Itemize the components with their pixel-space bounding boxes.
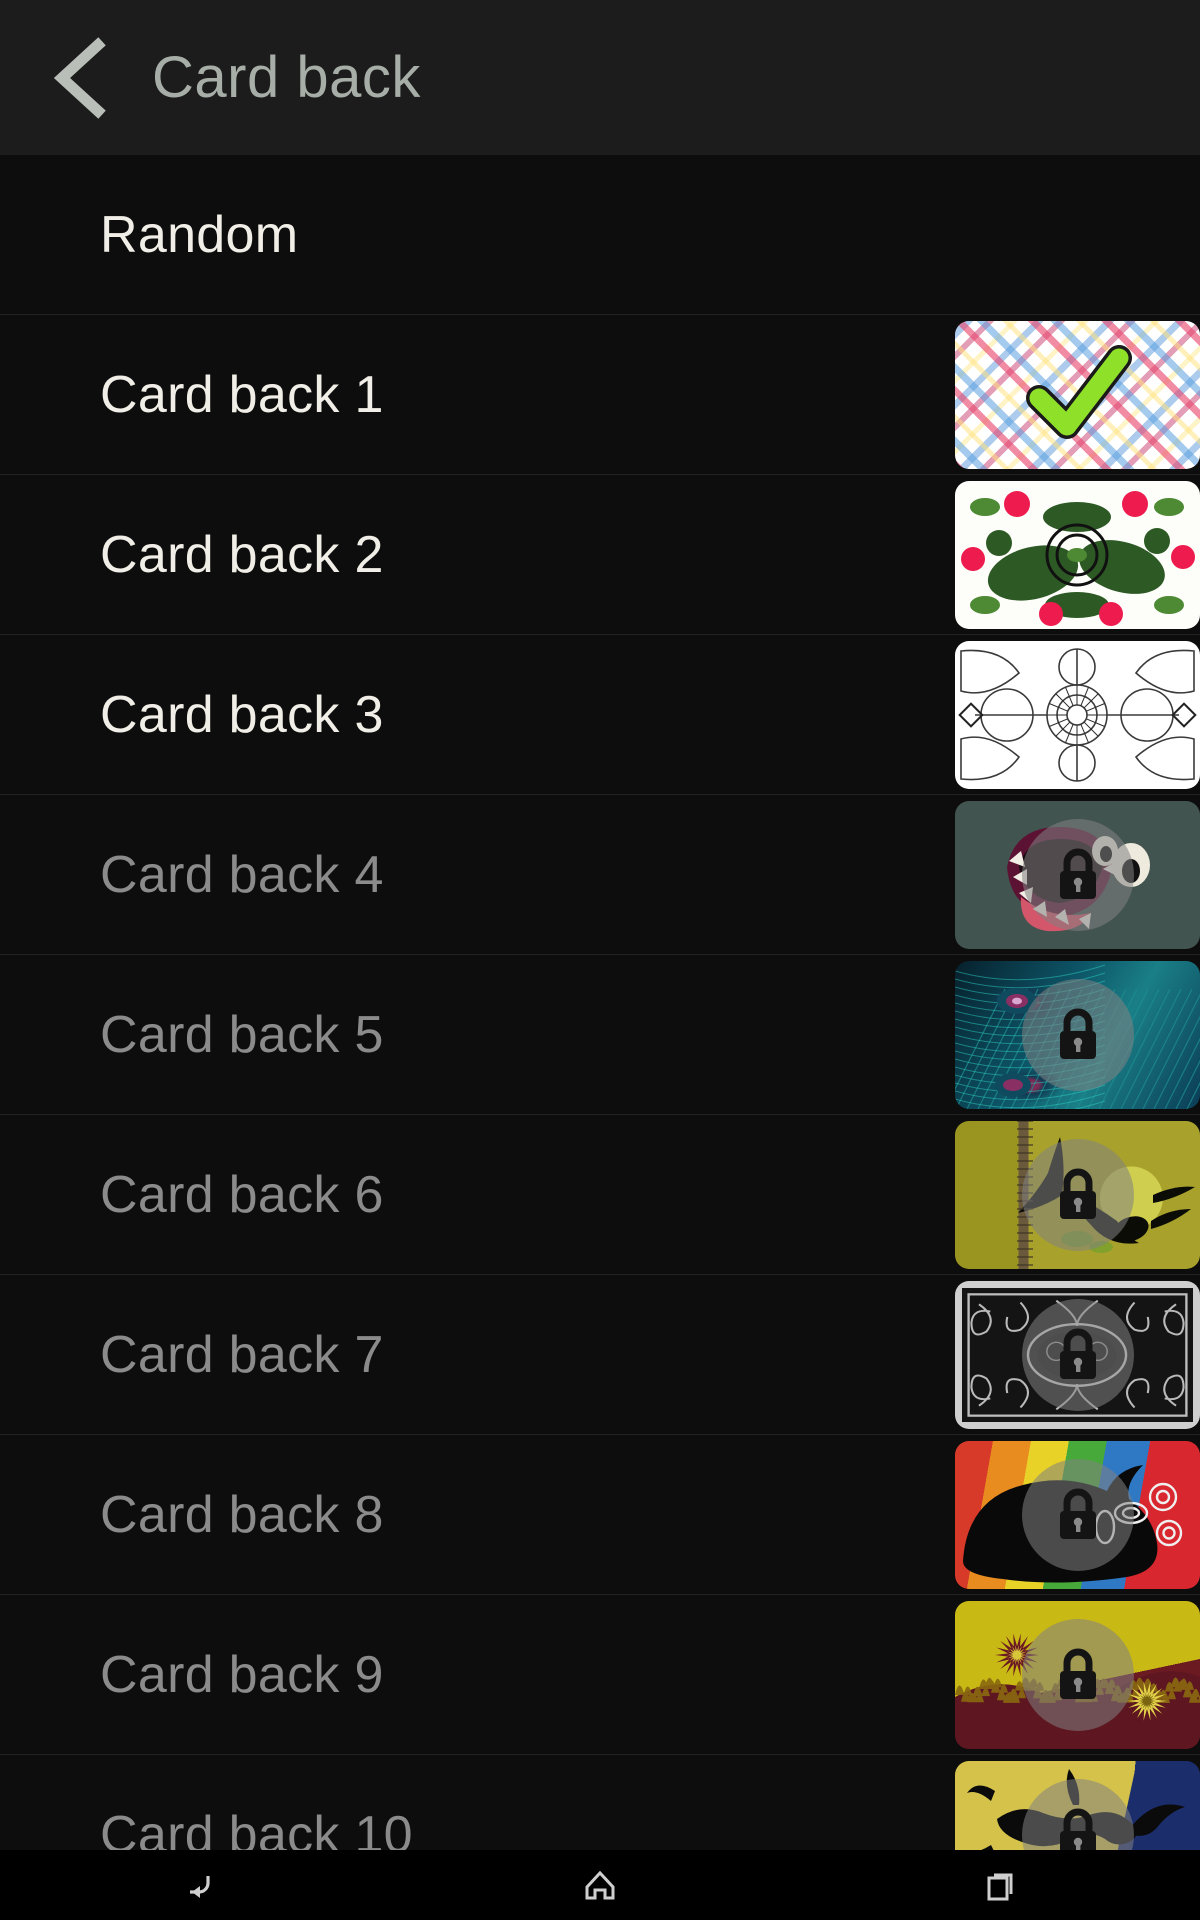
- list-item-label: Card back 6: [100, 1165, 384, 1224]
- thumbnail-image: [955, 481, 1200, 629]
- lock-badge: [1021, 1139, 1134, 1251]
- check-icon: [1025, 345, 1132, 439]
- thumbnail-image: [955, 641, 1200, 789]
- list-item-label: Card back 9: [100, 1645, 384, 1704]
- ornate-artwork: [955, 641, 1200, 789]
- lock-badge: [1021, 1619, 1134, 1731]
- card-back-thumbnail[interactable]: [955, 1761, 1200, 1850]
- list-item[interactable]: Card back 10: [0, 1755, 1200, 1850]
- android-navigation-bar: [0, 1850, 1200, 1920]
- list-item-label: Random: [100, 205, 299, 264]
- nav-home-button[interactable]: [400, 1850, 800, 1920]
- lock-icon: [1059, 1328, 1096, 1379]
- lock-icon: [1059, 1648, 1096, 1699]
- list-item-label: Card back 4: [100, 845, 384, 904]
- list-item[interactable]: Card back 9: [0, 1595, 1200, 1755]
- lock-badge: [1021, 1299, 1134, 1411]
- lock-icon: [1059, 1808, 1096, 1850]
- card-back-thumbnail[interactable]: [955, 1601, 1200, 1749]
- list-item-label: Card back 5: [100, 1005, 384, 1064]
- chevron-left-icon[interactable]: [52, 36, 114, 119]
- list-item-label: Card back 7: [100, 1325, 384, 1384]
- list-item-label: Card back 1: [100, 365, 384, 424]
- card-back-thumbnail[interactable]: [955, 481, 1200, 629]
- nav-back-button[interactable]: [0, 1850, 400, 1920]
- list-item[interactable]: Random: [0, 155, 1200, 315]
- card-back-list[interactable]: Random Card back 1 Card back 2 Card back…: [0, 155, 1200, 1850]
- lock-badge: [1021, 819, 1134, 931]
- card-back-thumbnail[interactable]: [955, 961, 1200, 1109]
- nav-recents-button[interactable]: [800, 1850, 1200, 1920]
- list-item-label: Card back 2: [100, 525, 384, 584]
- list-item-label: Card back 8: [100, 1485, 384, 1544]
- list-item-label: Card back 10: [100, 1805, 413, 1851]
- list-item[interactable]: Card back 6: [0, 1115, 1200, 1275]
- lock-icon: [1059, 1008, 1096, 1059]
- lock-badge: [1021, 1459, 1134, 1571]
- list-item-label: Card back 3: [100, 685, 384, 744]
- ornate-filigree-art: [958, 648, 1197, 782]
- list-item[interactable]: Card back 4: [0, 795, 1200, 955]
- list-item[interactable]: Card back 7: [0, 1275, 1200, 1435]
- rooster-artwork: [955, 481, 1200, 629]
- page-title: Card back: [152, 45, 421, 110]
- card-back-thumbnail[interactable]: [955, 801, 1200, 949]
- nav-recents-icon: [987, 1873, 1013, 1901]
- card-back-thumbnail[interactable]: [955, 1281, 1200, 1429]
- lock-icon: [1059, 1488, 1096, 1539]
- card-back-thumbnail[interactable]: [955, 641, 1200, 789]
- nav-home-icon: [585, 1870, 615, 1900]
- list-item[interactable]: Card back 3: [0, 635, 1200, 795]
- lock-icon: [1059, 1168, 1096, 1219]
- list-item[interactable]: Card back 2: [0, 475, 1200, 635]
- lock-badge: [1021, 979, 1134, 1091]
- list-item[interactable]: Card back 5: [0, 955, 1200, 1115]
- list-item[interactable]: Card back 1: [0, 315, 1200, 475]
- list-item[interactable]: Card back 8: [0, 1435, 1200, 1595]
- app-header: Card back: [0, 0, 1200, 155]
- nav-back-icon: [190, 1876, 210, 1898]
- rooster-art: [961, 491, 1195, 626]
- lock-icon: [1059, 848, 1096, 899]
- card-back-thumbnail[interactable]: [955, 1121, 1200, 1269]
- card-back-thumbnail[interactable]: [955, 321, 1200, 469]
- card-back-thumbnail[interactable]: [955, 1441, 1200, 1589]
